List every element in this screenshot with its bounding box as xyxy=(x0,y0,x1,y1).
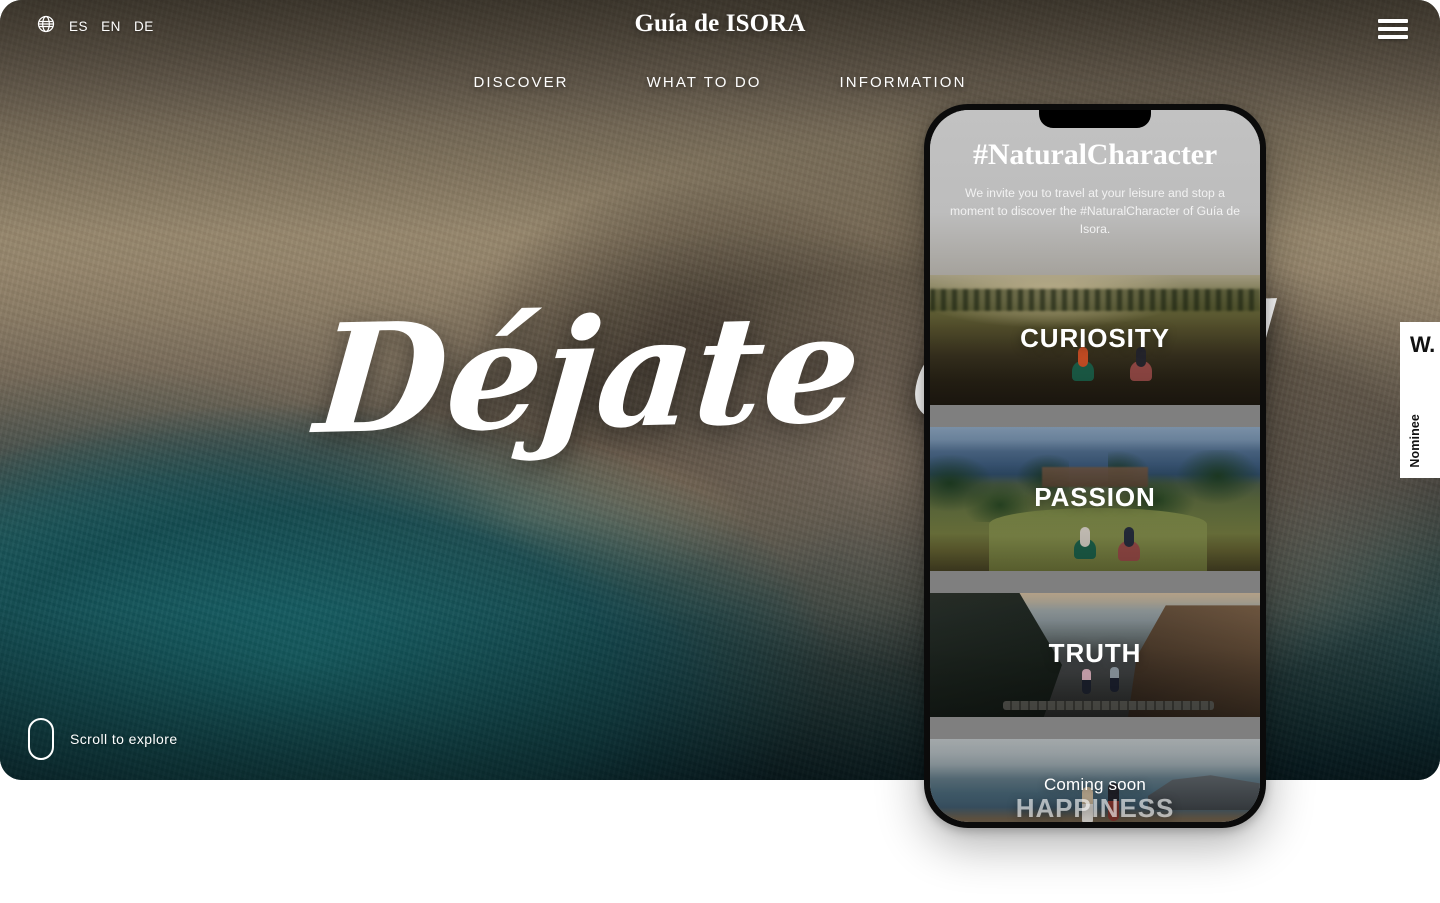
main-navigation: DISCOVER WHAT TO DO INFORMATION xyxy=(0,74,1440,91)
value-card-label-happiness: HAPPINESS xyxy=(1015,792,1175,822)
phone-notch xyxy=(1039,110,1151,128)
phone-intro-text: We invite you to travel at your leisure … xyxy=(950,186,1240,236)
hamburger-menu-icon[interactable] xyxy=(1378,16,1408,42)
scroll-to-explore[interactable]: Scroll to explore xyxy=(28,718,178,760)
value-card-curiosity[interactable]: CURIOSITY xyxy=(930,275,1260,405)
card-separator-3 xyxy=(930,717,1260,739)
nav-item-information[interactable]: INFORMATION xyxy=(840,74,967,91)
value-card-label-truth: TRUTH xyxy=(1048,637,1142,668)
hamburger-bar-1 xyxy=(1378,19,1408,23)
value-card-label-curiosity: CURIOSITY xyxy=(1020,322,1170,353)
value-card-passion[interactable]: PASSION xyxy=(930,427,1260,571)
phone-screen: #NaturalCharacter We invite you to trave… xyxy=(930,110,1260,822)
scroll-hint-label: Scroll to explore xyxy=(70,731,178,747)
card-separator-1 xyxy=(930,405,1260,427)
award-badge-title: W. xyxy=(1410,332,1435,357)
phone-intro-block: #NaturalCharacter We invite you to trave… xyxy=(930,110,1260,275)
mouse-scroll-icon xyxy=(28,718,54,760)
award-badge-nominee-label: Nominee xyxy=(1408,414,1422,468)
card-separator-2 xyxy=(930,571,1260,593)
nav-item-what-to-do[interactable]: WHAT TO DO xyxy=(647,74,762,91)
top-bar: ES EN DE Guía de ISORA xyxy=(0,0,1440,52)
phone-mockup: #NaturalCharacter We invite you to trave… xyxy=(924,104,1266,828)
value-card-truth[interactable]: TRUTH xyxy=(930,593,1260,717)
hamburger-bar-3 xyxy=(1378,35,1408,39)
phone-hashtag-title: #NaturalCharacter xyxy=(972,138,1218,171)
value-card-label-passion: PASSION xyxy=(1034,481,1156,512)
value-card-happiness[interactable]: Coming soon HAPPINESS xyxy=(930,739,1260,822)
award-nominee-badge[interactable]: W. Nominee xyxy=(1400,322,1440,478)
nav-item-discover[interactable]: DISCOVER xyxy=(473,74,568,91)
brand-title[interactable]: Guía de ISORA xyxy=(0,10,1440,38)
hamburger-bar-2 xyxy=(1378,27,1408,31)
page-root: ES EN DE Guía de ISORA DISCOVER WHAT TO … xyxy=(0,0,1440,903)
